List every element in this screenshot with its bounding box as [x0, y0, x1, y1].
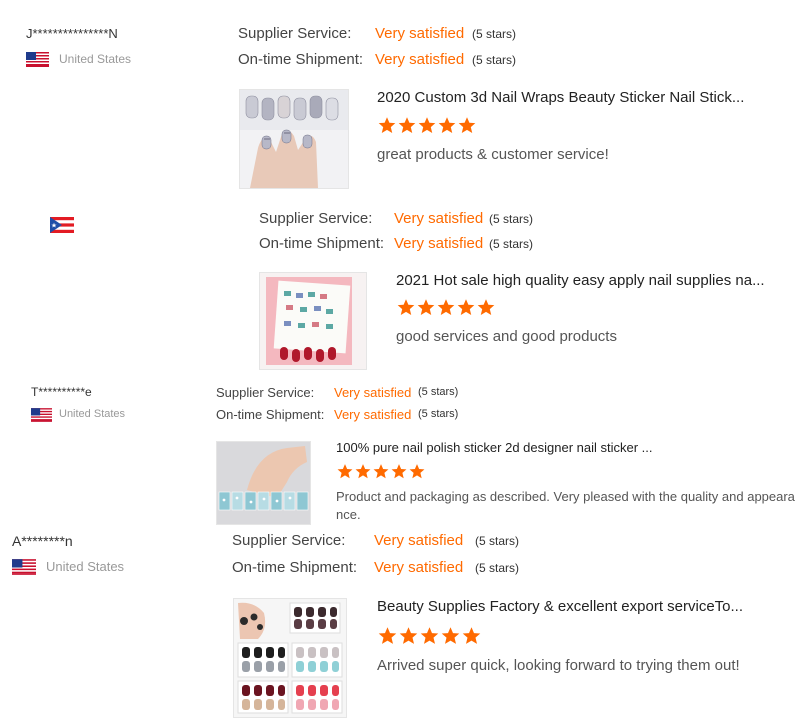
nail-sticker-sheet-image	[260, 273, 366, 369]
star-icon	[399, 627, 418, 644]
shipment-value: Very satisfied	[375, 51, 465, 68]
shipment-label: On-time Shipment:	[232, 559, 358, 576]
star-icon	[378, 627, 397, 644]
buyer-country: United States	[59, 52, 132, 66]
supplier-service-value: Very satisfied	[394, 210, 484, 227]
star-icon	[438, 117, 456, 134]
star-icon	[355, 464, 371, 479]
supplier-service-stars: (5 stars)	[489, 212, 534, 226]
shipment-stars: (5 stars)	[472, 53, 517, 67]
shipment-stars: (5 stars)	[418, 408, 459, 420]
shipment-label: On-time Shipment:	[216, 407, 325, 422]
review-text: great products & customer service!	[377, 146, 609, 163]
supplier-service-value: Very satisfied	[375, 25, 465, 42]
shipment-value: Very satisfied	[374, 559, 464, 576]
nail-wraps-image	[240, 90, 348, 188]
star-rating	[336, 463, 426, 480]
toe-nail-stickers-image	[234, 599, 346, 717]
shipment-stars: (5 stars)	[475, 561, 520, 575]
star-rating	[377, 116, 477, 135]
star-icon	[397, 299, 415, 316]
buyer-name: J***************N	[26, 26, 118, 41]
buyer-name: A********n	[12, 533, 73, 549]
supplier-service-stars: (5 stars)	[472, 27, 517, 41]
us-flag-icon	[31, 408, 52, 422]
product-title-link[interactable]: 100% pure nail polish sticker 2d designe…	[336, 440, 756, 455]
star-rating	[377, 626, 482, 646]
review-item: J***************N United States Supplier…	[0, 0, 800, 192]
star-icon	[477, 299, 495, 316]
star-icon	[462, 627, 481, 644]
product-title-link[interactable]: 2021 Hot sale high quality easy apply na…	[396, 272, 766, 289]
star-icon	[409, 464, 425, 479]
star-icon	[378, 117, 396, 134]
star-icon	[437, 299, 455, 316]
star-icon	[398, 117, 416, 134]
nail-polish-sticker-image	[217, 442, 310, 524]
product-thumbnail[interactable]	[216, 441, 311, 525]
star-icon	[417, 299, 435, 316]
puerto-rico-flag-icon	[50, 217, 74, 233]
product-thumbnail[interactable]	[239, 89, 349, 189]
star-icon	[337, 464, 353, 479]
us-flag-icon	[26, 52, 49, 67]
supplier-service-stars: (5 stars)	[475, 534, 520, 548]
review-item: Supplier Service: Very satisfied (5 star…	[0, 192, 800, 370]
supplier-service-value: Very satisfied	[374, 532, 464, 549]
star-icon	[391, 464, 407, 479]
shipment-label: On-time Shipment:	[238, 51, 364, 68]
supplier-service-label: Supplier Service:	[238, 25, 352, 42]
shipment-label: On-time Shipment:	[259, 235, 385, 252]
buyer-name: T**********e	[31, 385, 92, 399]
product-thumbnail[interactable]	[259, 272, 367, 370]
star-icon	[441, 627, 460, 644]
buyer-country: United States	[59, 408, 126, 420]
shipment-value: Very satisfied	[394, 235, 484, 252]
shipment-value: Very satisfied	[334, 407, 412, 422]
star-rating	[396, 298, 496, 317]
buyer-country: United States	[46, 559, 125, 574]
product-title-link[interactable]: Beauty Supplies Factory & excellent expo…	[377, 598, 762, 615]
supplier-service-label: Supplier Service:	[216, 385, 315, 400]
star-icon	[457, 299, 475, 316]
review-text: good services and good products	[396, 328, 617, 345]
product-thumbnail[interactable]	[233, 598, 347, 718]
star-icon	[458, 117, 476, 134]
supplier-service-label: Supplier Service:	[259, 210, 373, 227]
review-text: Arrived super quick, looking forward to …	[377, 657, 740, 674]
supplier-service-stars: (5 stars)	[418, 386, 459, 398]
star-icon	[373, 464, 389, 479]
review-item: A********n United States Supplier Servic…	[0, 525, 800, 722]
supplier-service-label: Supplier Service:	[232, 532, 346, 549]
star-icon	[418, 117, 436, 134]
supplier-service-value: Very satisfied	[334, 385, 412, 400]
review-text: Product and packaging as described. Very…	[336, 489, 795, 522]
product-title-link[interactable]: 2020 Custom 3d Nail Wraps Beauty Sticker…	[377, 89, 757, 106]
shipment-stars: (5 stars)	[489, 237, 534, 251]
us-flag-icon	[12, 559, 36, 575]
star-icon	[420, 627, 439, 644]
review-item: T**********e United States Supplier Serv…	[0, 370, 800, 525]
